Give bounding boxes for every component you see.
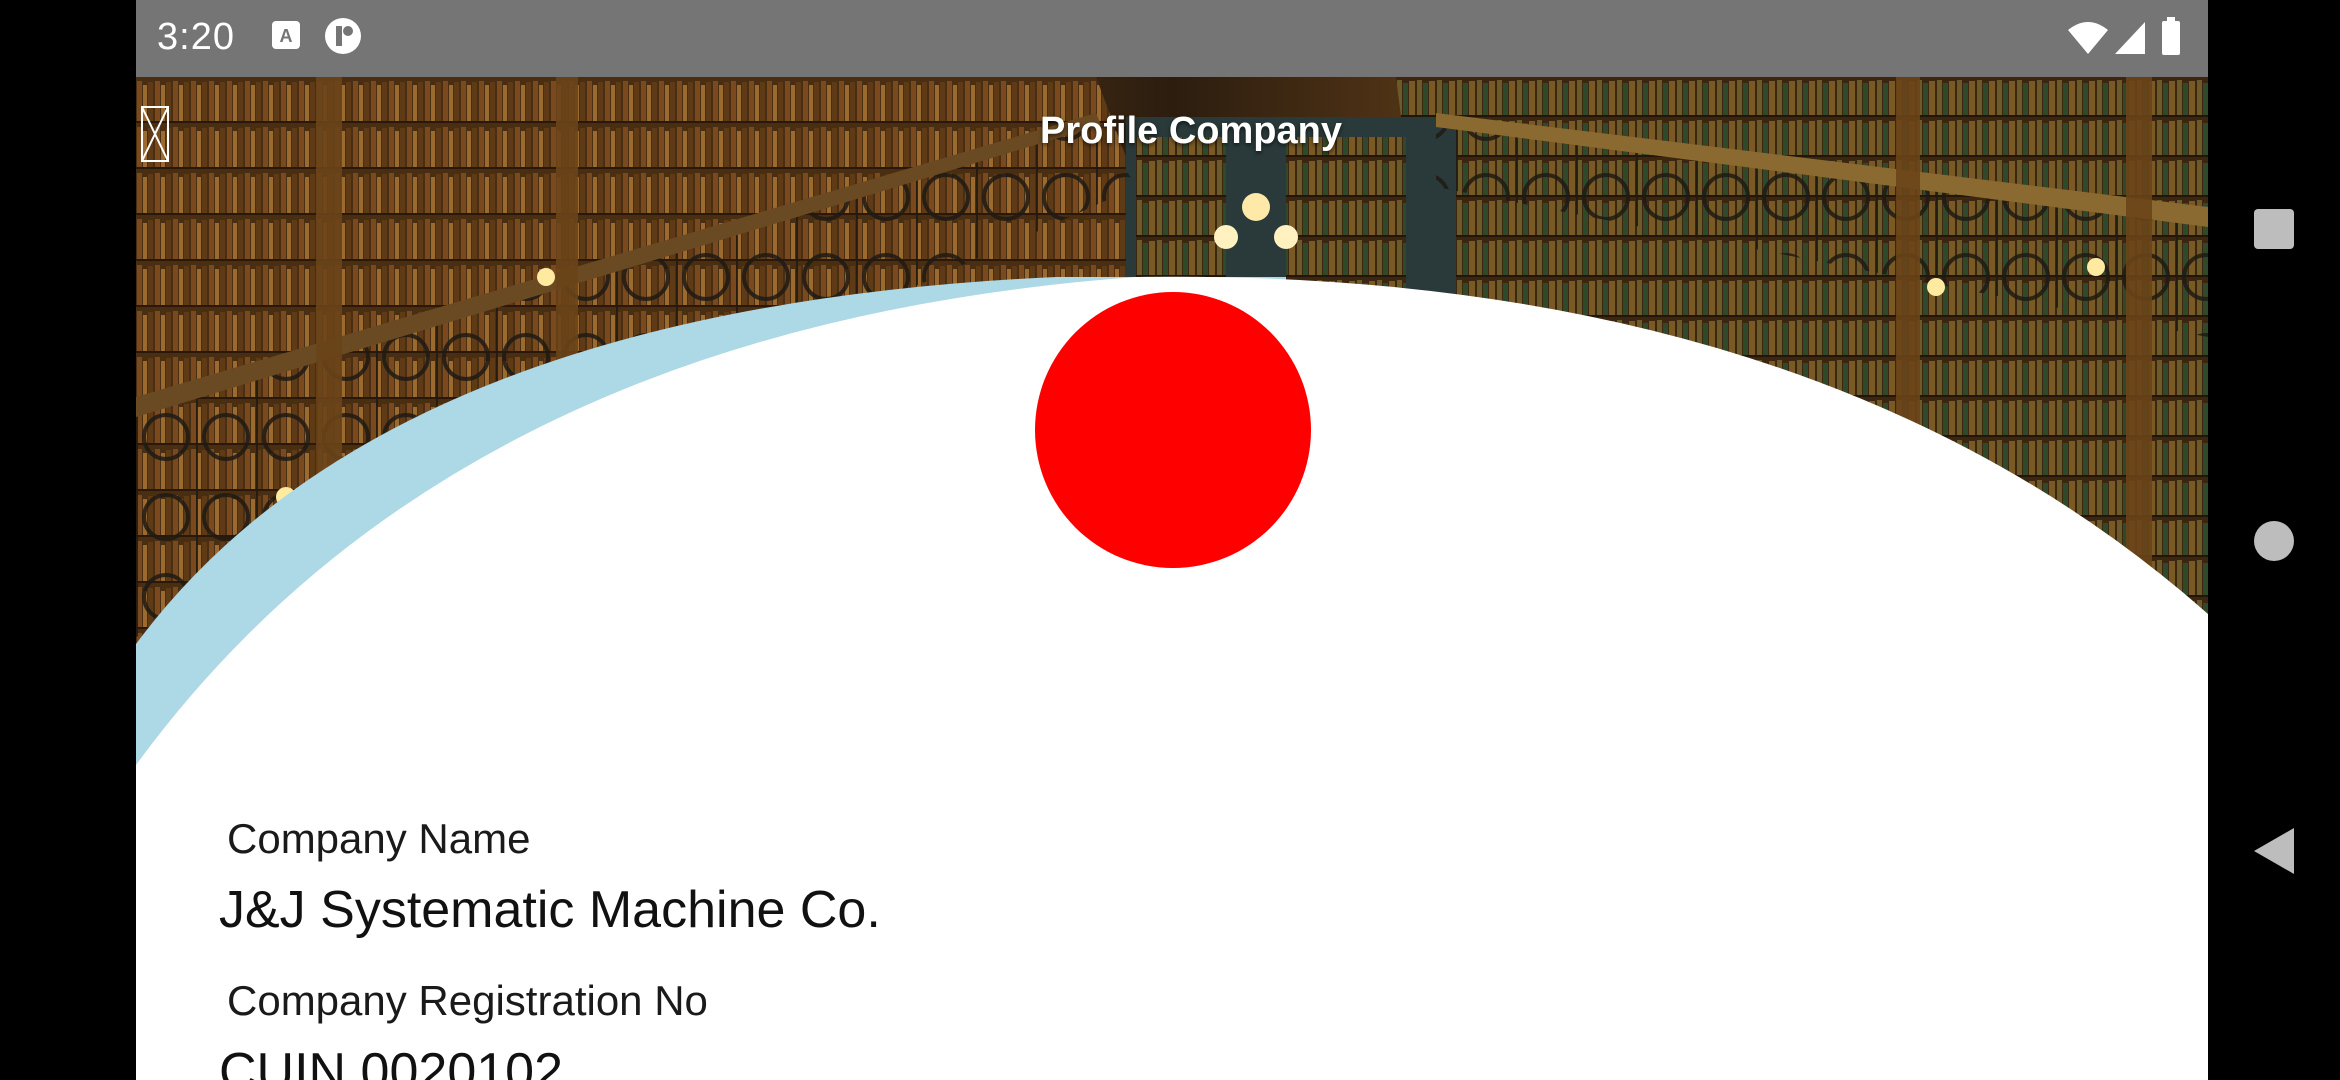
- recents-square-icon: [2254, 209, 2294, 249]
- navigation-bar: [2208, 0, 2340, 1080]
- company-name-value: J&J Systematic Machine Co.: [219, 881, 881, 939]
- device-screen: 3:20 A Profile Company Company Name J&J …: [0, 0, 2340, 1080]
- back-nav-button[interactable]: [2252, 826, 2296, 881]
- company-registration-value: CUIN 0020102: [219, 1043, 563, 1080]
- company-name-label: Company Name: [227, 815, 531, 862]
- translate-notification-icon: A: [269, 18, 303, 57]
- back-triangle-icon: [2254, 828, 2294, 874]
- page-title: Profile Company: [1040, 110, 1342, 152]
- home-circle-icon: [2254, 521, 2294, 561]
- company-avatar[interactable]: [1035, 292, 1311, 568]
- app-window: 3:20 A Profile Company Company Name J&J …: [136, 0, 2208, 1080]
- company-registration-label: Company Registration No: [227, 977, 708, 1024]
- home-button[interactable]: [2252, 519, 2296, 568]
- status-time: 3:20: [157, 16, 235, 58]
- signal-icon: [2113, 20, 2147, 61]
- app-notification-icon: [323, 16, 363, 61]
- status-bar: 3:20 A: [136, 0, 2208, 77]
- recents-button[interactable]: [2252, 207, 2296, 256]
- battery-icon: [2160, 16, 2182, 61]
- svg-text:A: A: [280, 26, 293, 46]
- wifi-icon: [2066, 20, 2110, 61]
